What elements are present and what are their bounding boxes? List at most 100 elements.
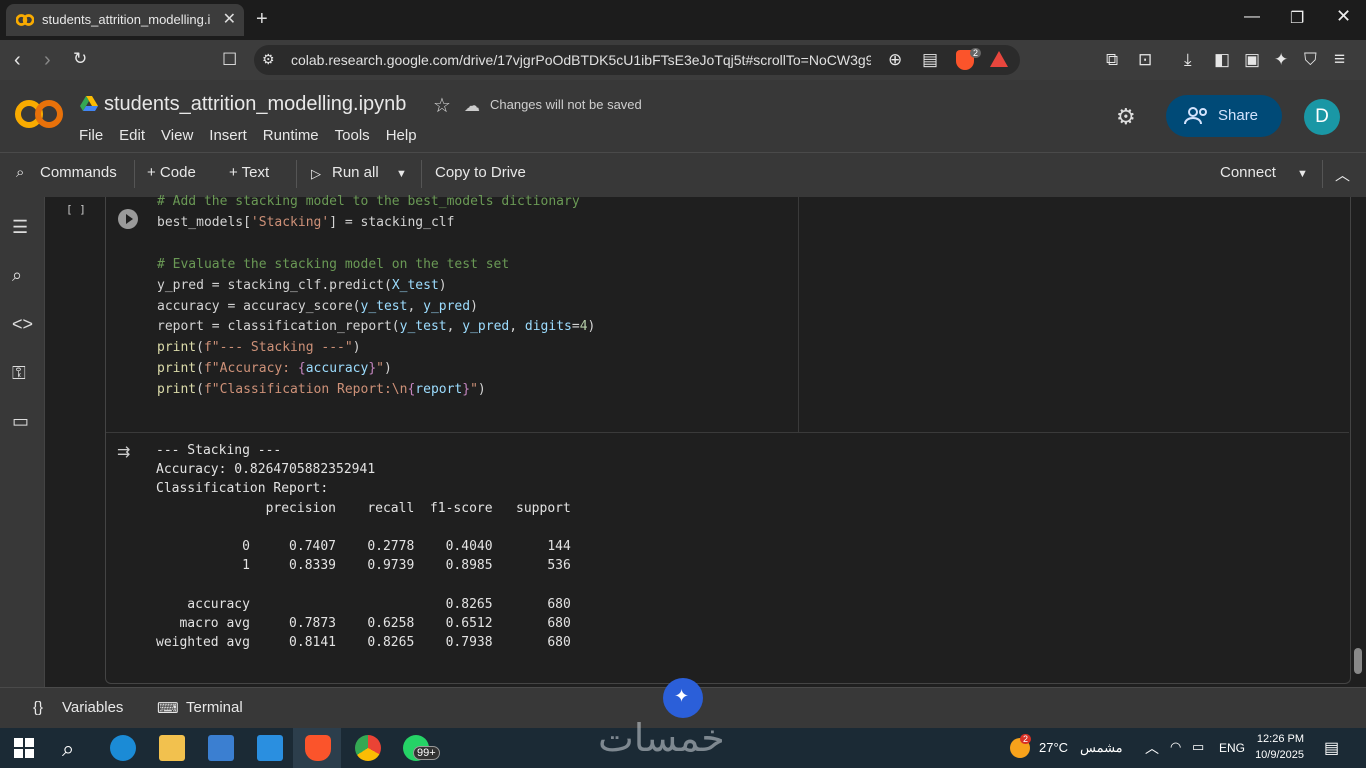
- people-icon: [1184, 107, 1207, 125]
- extensions-icon[interactable]: ⧉: [1106, 50, 1118, 70]
- url-text[interactable]: colab.research.google.com/drive/17vjgrPo…: [291, 52, 871, 68]
- browser-menu-icon[interactable]: ≡: [1334, 49, 1345, 71]
- brave-rewards-icon[interactable]: [990, 51, 1008, 67]
- star-icon[interactable]: ☆: [433, 93, 451, 118]
- file-explorer-icon[interactable]: [159, 735, 185, 761]
- secrets-key-icon[interactable]: ⚿: [12, 363, 34, 385]
- copy-to-drive-button[interactable]: Copy to Drive: [435, 164, 526, 181]
- minimize-icon[interactable]: —: [1244, 8, 1260, 26]
- reload-icon[interactable]: ↻: [73, 49, 87, 69]
- notebook-title[interactable]: students_attrition_modelling.ipynb: [104, 93, 406, 116]
- commands-button[interactable]: Commands: [40, 164, 117, 181]
- watermark-logo: خمسات: [598, 716, 725, 760]
- find-replace-icon[interactable]: ⌕: [12, 265, 34, 287]
- screenshot-icon[interactable]: ⊡: [1138, 50, 1152, 70]
- edge-icon[interactable]: [110, 735, 136, 761]
- colab-favicon-icon: [16, 14, 34, 26]
- connect-button[interactable]: Connect: [1220, 164, 1276, 181]
- close-tab-icon[interactable]: ✕: [223, 9, 236, 29]
- brave-taskbar-icon[interactable]: [305, 735, 331, 761]
- windows-start-icon[interactable]: [14, 738, 34, 758]
- notifications-icon[interactable]: ▤: [1324, 738, 1339, 758]
- leo-ai-icon[interactable]: ✦: [1274, 50, 1288, 70]
- share-button[interactable]: Share: [1166, 95, 1282, 137]
- clock-date: 10/9/2025: [1255, 749, 1304, 761]
- add-text-button[interactable]: + Text: [229, 164, 269, 181]
- browser-tab[interactable]: students_attrition_modelling.ipynb ✕: [6, 4, 244, 36]
- collapse-header-icon[interactable]: ︿: [1335, 164, 1350, 185]
- menu-edit[interactable]: Edit: [119, 127, 145, 144]
- menu-file[interactable]: File: [79, 127, 103, 144]
- battery-icon[interactable]: ▭: [1192, 739, 1204, 755]
- downloads-icon[interactable]: ⤓: [1184, 50, 1192, 70]
- files-folder-icon[interactable]: ▭: [12, 411, 34, 433]
- wallet-icon[interactable]: ▣: [1244, 50, 1260, 70]
- scrollbar-thumb[interactable]: [1354, 648, 1362, 674]
- connect-dropdown-icon[interactable]: ▼: [1297, 168, 1308, 180]
- terminal-button[interactable]: Terminal: [186, 699, 243, 716]
- toolbar-divider: [134, 160, 135, 188]
- tray-overflow-icon[interactable]: ︿: [1145, 738, 1159, 758]
- site-info-icon[interactable]: ⚙: [262, 51, 275, 68]
- variables-icon: {}: [33, 699, 44, 716]
- brave-shields-badge: 2: [970, 48, 982, 58]
- gemini-button[interactable]: ✦: [663, 678, 703, 718]
- restore-icon[interactable]: ❐: [1290, 8, 1304, 28]
- weather-text[interactable]: مشمس: [1080, 740, 1123, 756]
- terminal-icon: ⌨: [157, 700, 179, 717]
- google-drive-icon: [80, 96, 98, 111]
- unsaved-note: Changes will not be saved: [490, 97, 642, 112]
- vscode-icon[interactable]: [257, 735, 283, 761]
- execution-count: [ ]: [66, 203, 86, 216]
- menu-help[interactable]: Help: [386, 127, 417, 144]
- menu-bar: File Edit View Insert Runtime Tools Help: [79, 127, 433, 144]
- play-icon: ▷: [311, 166, 321, 181]
- colab-logo-icon[interactable]: [14, 92, 64, 136]
- share-label: Share: [1218, 107, 1259, 124]
- clock[interactable]: 12:26 PM 10/9/2025: [1252, 731, 1304, 763]
- microsoft-store-icon[interactable]: [208, 735, 234, 761]
- menu-runtime[interactable]: Runtime: [263, 127, 319, 144]
- avatar[interactable]: D: [1304, 99, 1340, 135]
- toolbar-divider: [1322, 160, 1323, 188]
- output-divider: [106, 432, 1349, 433]
- chrome-icon[interactable]: [355, 735, 381, 761]
- search-icon: ⌕: [16, 164, 25, 181]
- output-actions-icon[interactable]: ⇉: [117, 442, 130, 462]
- toolbar-divider: [296, 160, 297, 188]
- toolbar-divider: [421, 160, 422, 188]
- menu-insert[interactable]: Insert: [209, 127, 247, 144]
- temperature[interactable]: 27°C: [1039, 740, 1068, 755]
- notebook-toolbar: [0, 152, 1366, 197]
- language-indicator[interactable]: ENG: [1219, 741, 1245, 755]
- forward-icon[interactable]: ›: [44, 49, 51, 72]
- menu-view[interactable]: View: [161, 127, 193, 144]
- close-window-icon[interactable]: ✕: [1336, 6, 1351, 27]
- add-code-button[interactable]: + Code: [147, 164, 196, 181]
- tab-title: students_attrition_modelling.ipynb: [42, 12, 210, 27]
- vpn-icon[interactable]: ⛉: [1304, 50, 1317, 70]
- back-icon[interactable]: ‹: [14, 49, 21, 72]
- bookmark-icon[interactable]: ☐: [222, 50, 237, 70]
- play-icon: [126, 214, 133, 224]
- menu-tools[interactable]: Tools: [335, 127, 370, 144]
- whatsapp-badge: 99+: [413, 746, 440, 760]
- cell-output: --- Stacking --- Accuracy: 0.82647058823…: [156, 443, 571, 651]
- run-all-dropdown-icon[interactable]: ▼: [396, 168, 407, 180]
- variables-button[interactable]: Variables: [62, 699, 123, 716]
- run-cell-button[interactable]: [118, 209, 138, 229]
- run-all-button[interactable]: Run all: [332, 164, 379, 181]
- zoom-icon[interactable]: ⊕: [888, 50, 902, 70]
- sidebar-icon[interactable]: ◧: [1214, 50, 1230, 70]
- taskbar-search-icon[interactable]: ⌕: [62, 736, 74, 762]
- reader-mode-icon[interactable]: ▤: [922, 50, 938, 70]
- code-text[interactable]: # Add the stacking model to the best_mod…: [157, 192, 595, 401]
- new-tab-icon[interactable]: +: [256, 8, 268, 31]
- table-of-contents-icon[interactable]: ☰: [12, 217, 34, 239]
- settings-gear-icon[interactable]: ⚙: [1116, 104, 1136, 130]
- wifi-icon[interactable]: ◠: [1170, 739, 1181, 755]
- code-snippets-icon[interactable]: <>: [12, 314, 34, 336]
- cloud-off-icon: ☁: [464, 98, 480, 115]
- weather-badge: 2: [1020, 734, 1032, 744]
- clock-time: 12:26 PM: [1256, 733, 1304, 745]
